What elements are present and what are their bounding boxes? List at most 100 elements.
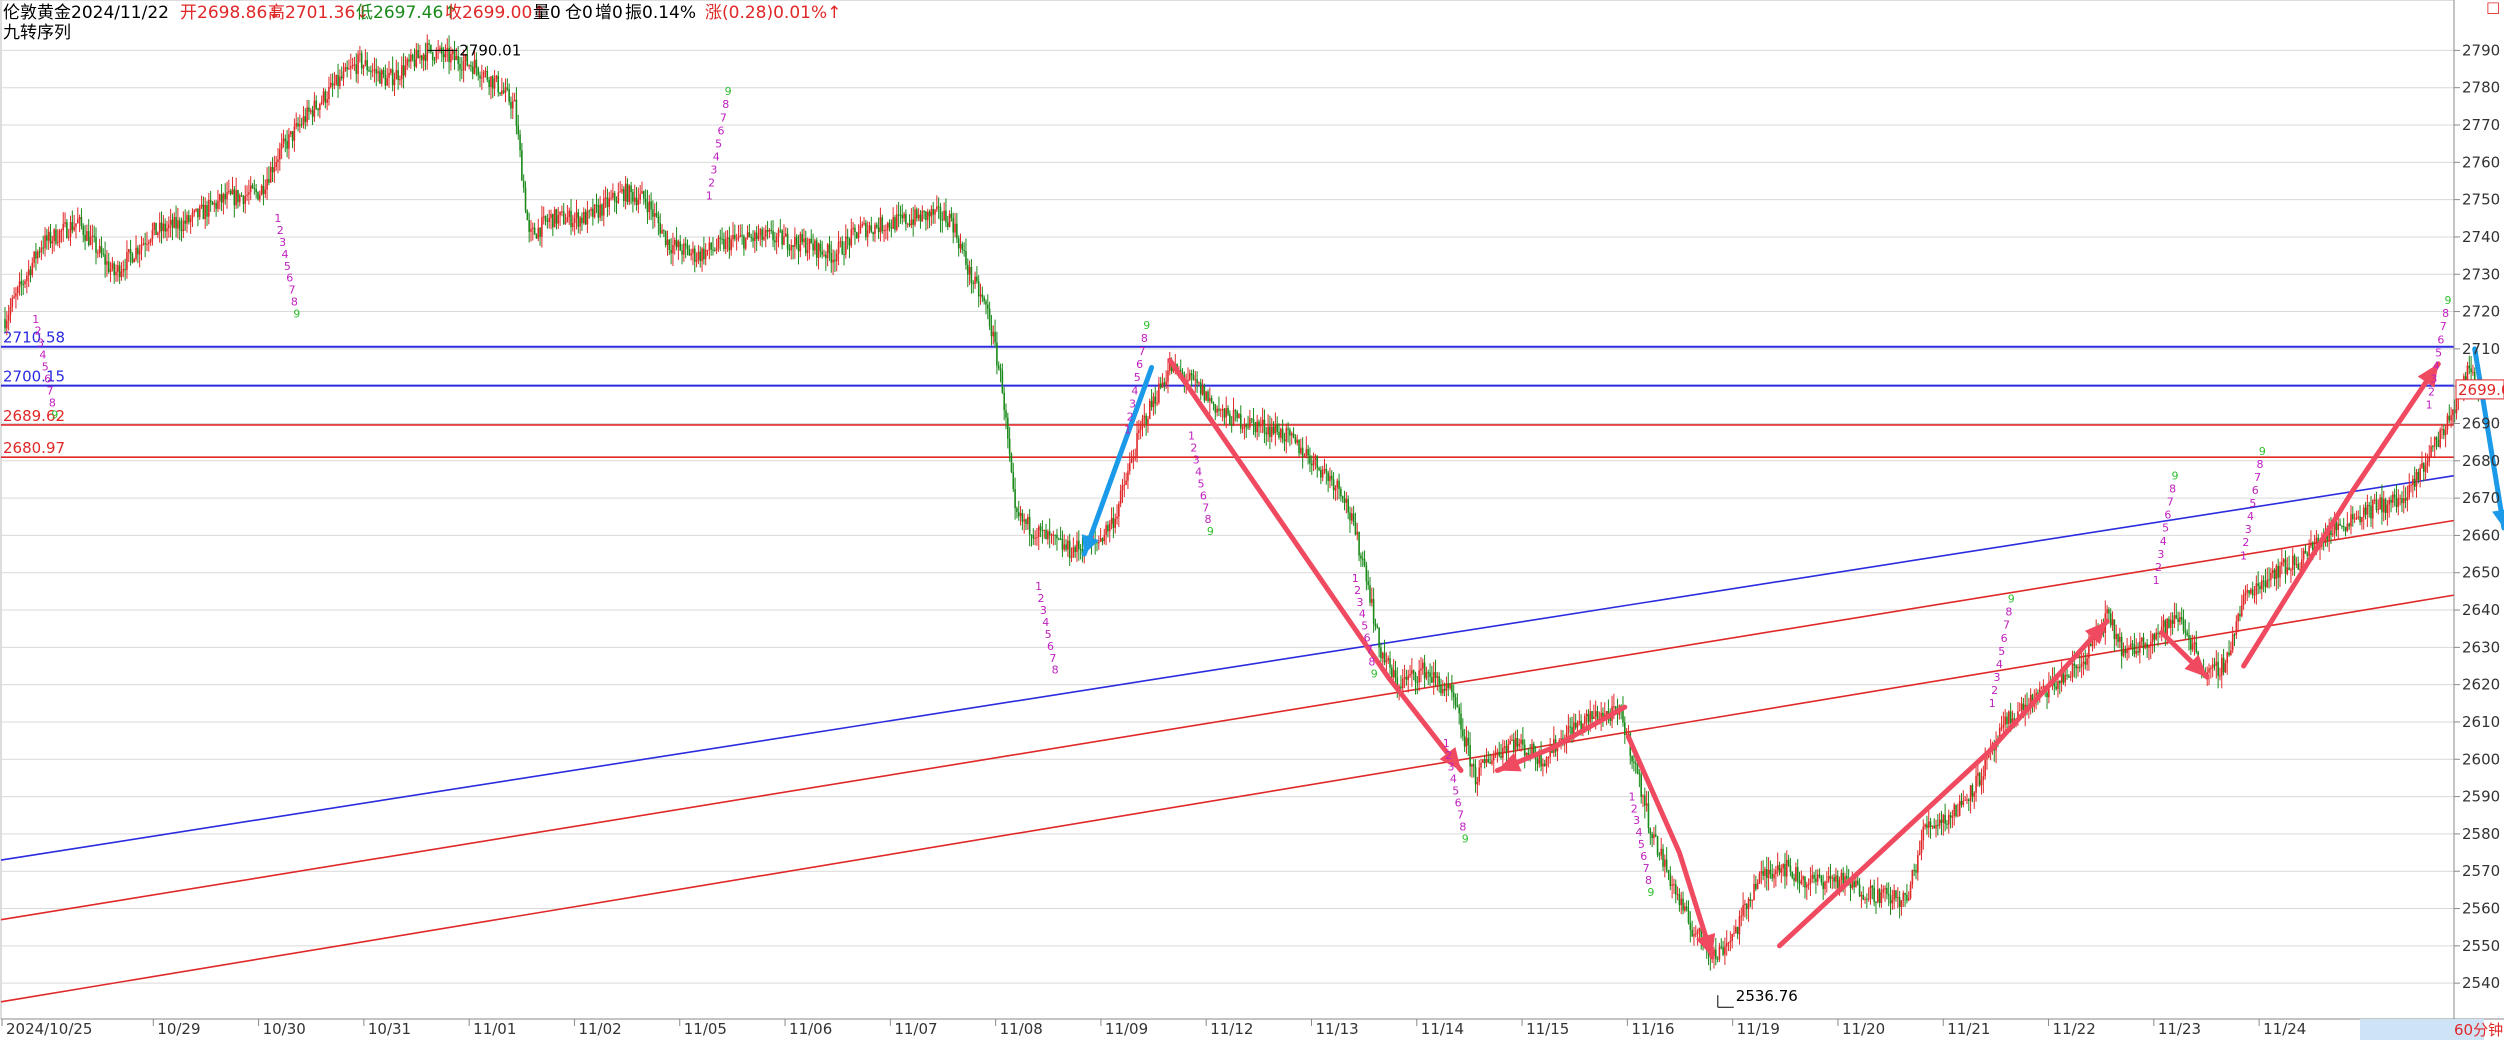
candle-up [1312, 460, 1315, 466]
candle-down [2180, 617, 2183, 620]
x-tick-label: 11/24 [2263, 1020, 2306, 1038]
candle-down [888, 222, 891, 228]
candle-up [1917, 855, 1919, 873]
candle-up [2018, 710, 2021, 712]
candle-up [886, 222, 889, 230]
x-tick-label: 11/13 [1315, 1020, 1358, 1038]
candle-up [1969, 785, 1972, 801]
candle-up [1964, 799, 1966, 801]
candle-up [2119, 636, 2121, 642]
candle-up [1867, 898, 1870, 900]
candle-down [1078, 540, 1080, 549]
candle-up [673, 240, 676, 246]
candle-down [626, 183, 629, 203]
td-count: 5 [1998, 645, 2005, 658]
candle-up [1027, 516, 1029, 524]
candle-down [1347, 499, 1349, 513]
td-count: 5 [715, 137, 722, 150]
candle-up [166, 228, 168, 232]
candle-down [952, 217, 955, 233]
candle-down [650, 201, 652, 210]
candle-down [632, 191, 634, 202]
candle-down [242, 196, 245, 205]
candle-up [553, 209, 556, 228]
y-tick-label: 2610 [2462, 713, 2500, 731]
td-count: 9 [1371, 667, 1378, 680]
candle-up [568, 210, 570, 218]
candle-up [153, 222, 156, 230]
candle-down [1654, 834, 1657, 837]
x-tick-label: 11/05 [684, 1020, 727, 1038]
candle-down [2079, 666, 2081, 668]
x-tick-label: 10/31 [368, 1020, 411, 1038]
candle-up [1420, 668, 1422, 671]
candle-up [393, 79, 396, 86]
candle-up [639, 193, 641, 200]
header-change: 涨(0.28)0.01%↑ [705, 3, 841, 23]
candle-up [641, 191, 643, 194]
candle-down [522, 180, 525, 188]
candle-down [812, 243, 814, 251]
candle-up [1802, 876, 1804, 880]
candle-up [140, 244, 143, 251]
candle-up [1323, 468, 1326, 470]
candle-up [2397, 498, 2400, 508]
candle-down [1014, 489, 1016, 509]
candle-down [255, 189, 257, 193]
price-chart[interactable]: 2710.582700.152689.622680.97 12345678912… [0, 0, 2504, 1040]
candle-up [2444, 429, 2447, 436]
corner-mark[interactable]: □ [2486, 0, 2500, 16]
candle-up [97, 252, 99, 254]
period-selector[interactable]: 60分钟 [2360, 1019, 2503, 1040]
candle-up [1660, 848, 1662, 856]
candle-up [162, 223, 165, 232]
candle-up [806, 249, 809, 254]
candle-up [1270, 426, 1273, 437]
candle-down [996, 342, 998, 366]
candle-up [548, 218, 550, 222]
td-count: 9 [2259, 445, 2266, 458]
candle-down [1369, 584, 1371, 603]
candle-down [552, 214, 554, 228]
candle-up [633, 197, 636, 202]
candle-up [530, 228, 532, 232]
candle-up [1782, 864, 1784, 869]
candle-up [147, 242, 150, 244]
candle-up [1143, 415, 1146, 419]
y-tick-label: 2550 [2462, 937, 2500, 955]
x-tick-label: 11/14 [1421, 1020, 1464, 1038]
candle-down [841, 241, 843, 255]
candle-down [2335, 521, 2338, 531]
candle-down [1008, 438, 1011, 455]
candle-down [1829, 875, 1832, 879]
candle-up [320, 101, 323, 104]
candle-up [2355, 517, 2358, 519]
candle-up [1050, 534, 1053, 536]
candle-down [379, 71, 381, 84]
candle-up [2231, 634, 2234, 651]
candle-up [168, 224, 170, 229]
candle-down [2066, 674, 2068, 676]
candle-down [499, 92, 501, 95]
candle-up [775, 236, 778, 243]
candle-up [204, 205, 206, 220]
candle-up [2004, 716, 2006, 725]
candle-up [903, 213, 905, 219]
indicator-name: 九转序列 [3, 23, 71, 43]
candle-up [1167, 370, 1169, 382]
candle-up [1243, 425, 1246, 429]
candle-up [1099, 538, 1102, 542]
td-count: 3 [2430, 372, 2437, 385]
candle-down [1474, 766, 1477, 785]
candle-up [2279, 565, 2281, 578]
candle-down [284, 138, 287, 141]
candle-up [1518, 743, 1521, 747]
candle-down [1389, 658, 1391, 668]
candle-down [1265, 432, 1268, 435]
candle-down [872, 231, 874, 235]
candle-up [422, 54, 425, 61]
period-label[interactable]: 60分钟 [2454, 1021, 2503, 1039]
candle-down [2437, 439, 2440, 448]
candle-up [837, 242, 840, 254]
candle-up [1567, 726, 1570, 733]
